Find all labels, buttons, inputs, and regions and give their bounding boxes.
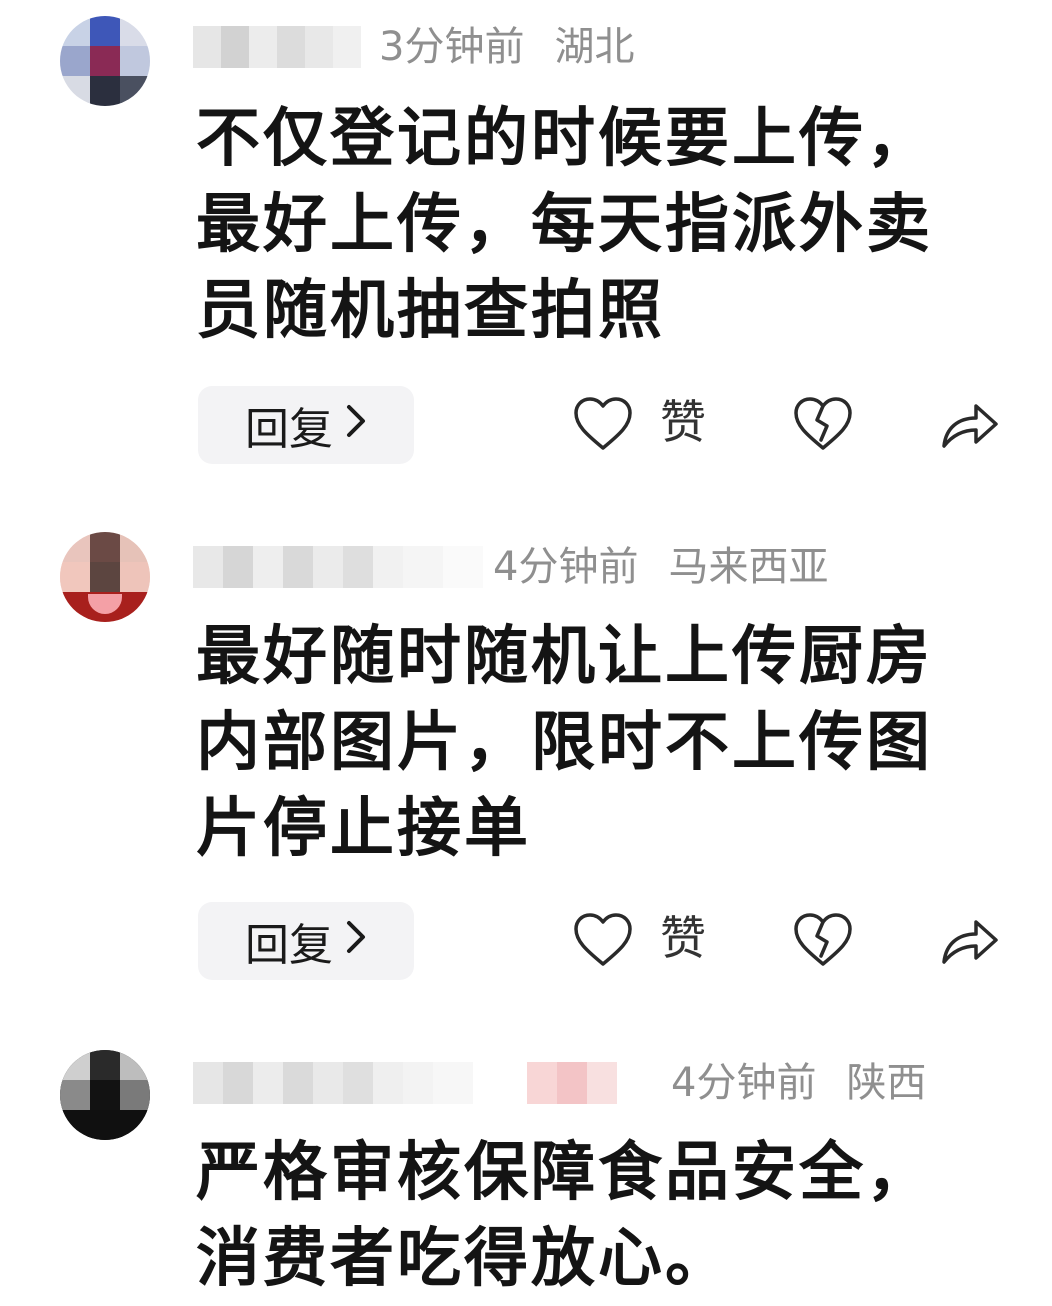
chevron-right-icon (345, 402, 367, 448)
share-arrow-icon[interactable] (938, 396, 1000, 456)
blurred-username (193, 26, 361, 68)
chevron-right-icon (345, 918, 367, 964)
comment-meta: 4分钟前 陕西 (193, 1058, 1033, 1108)
blurred-username (193, 1062, 643, 1104)
blurred-username (193, 546, 483, 588)
comment-text: 不仅登记的时候要上传，最好上传，每天指派外卖员随机抽查拍照 (196, 102, 933, 348)
comment-time: 4分钟前 (671, 1060, 817, 1106)
heart-outline-icon[interactable] (572, 912, 634, 972)
comment-region: 陕西 (846, 1060, 927, 1106)
comment-meta: 3分钟前 湖北 (193, 22, 1013, 72)
comment-actions: 回复 赞 (0, 902, 1052, 982)
reply-button[interactable]: 回复 (198, 902, 414, 980)
reply-button[interactable]: 回复 (198, 386, 414, 464)
comment-region: 湖北 (554, 24, 635, 70)
broken-heart-icon[interactable] (792, 912, 854, 972)
share-arrow-icon[interactable] (938, 912, 1000, 972)
like-label[interactable]: 赞 (660, 392, 706, 452)
comment-actions: 回复 赞 (0, 386, 1052, 466)
comment-meta: 4分钟前 马来西亚 (193, 542, 1013, 592)
comment-text: 严格审核保障食品安全，消费者吃得放心。 (196, 1136, 933, 1296)
reply-label: 回复 (245, 404, 333, 455)
heart-outline-icon[interactable] (572, 396, 634, 456)
comment-time: 3分钟前 (379, 24, 525, 70)
avatar[interactable] (48, 14, 164, 110)
reply-label: 回复 (245, 920, 333, 971)
comment-screen: { "comments": [ { "time": "3分钟前", "regio… (0, 0, 1052, 1306)
avatar[interactable] (48, 1048, 164, 1144)
avatar[interactable] (48, 530, 164, 626)
like-label[interactable]: 赞 (660, 908, 706, 968)
comment-text: 最好随时随机让上传厨房内部图片，限时不上传图片停止接单 (196, 620, 933, 866)
broken-heart-icon[interactable] (792, 396, 854, 456)
comment-region: 马来西亚 (668, 544, 829, 590)
comment-time: 4分钟前 (493, 544, 639, 590)
